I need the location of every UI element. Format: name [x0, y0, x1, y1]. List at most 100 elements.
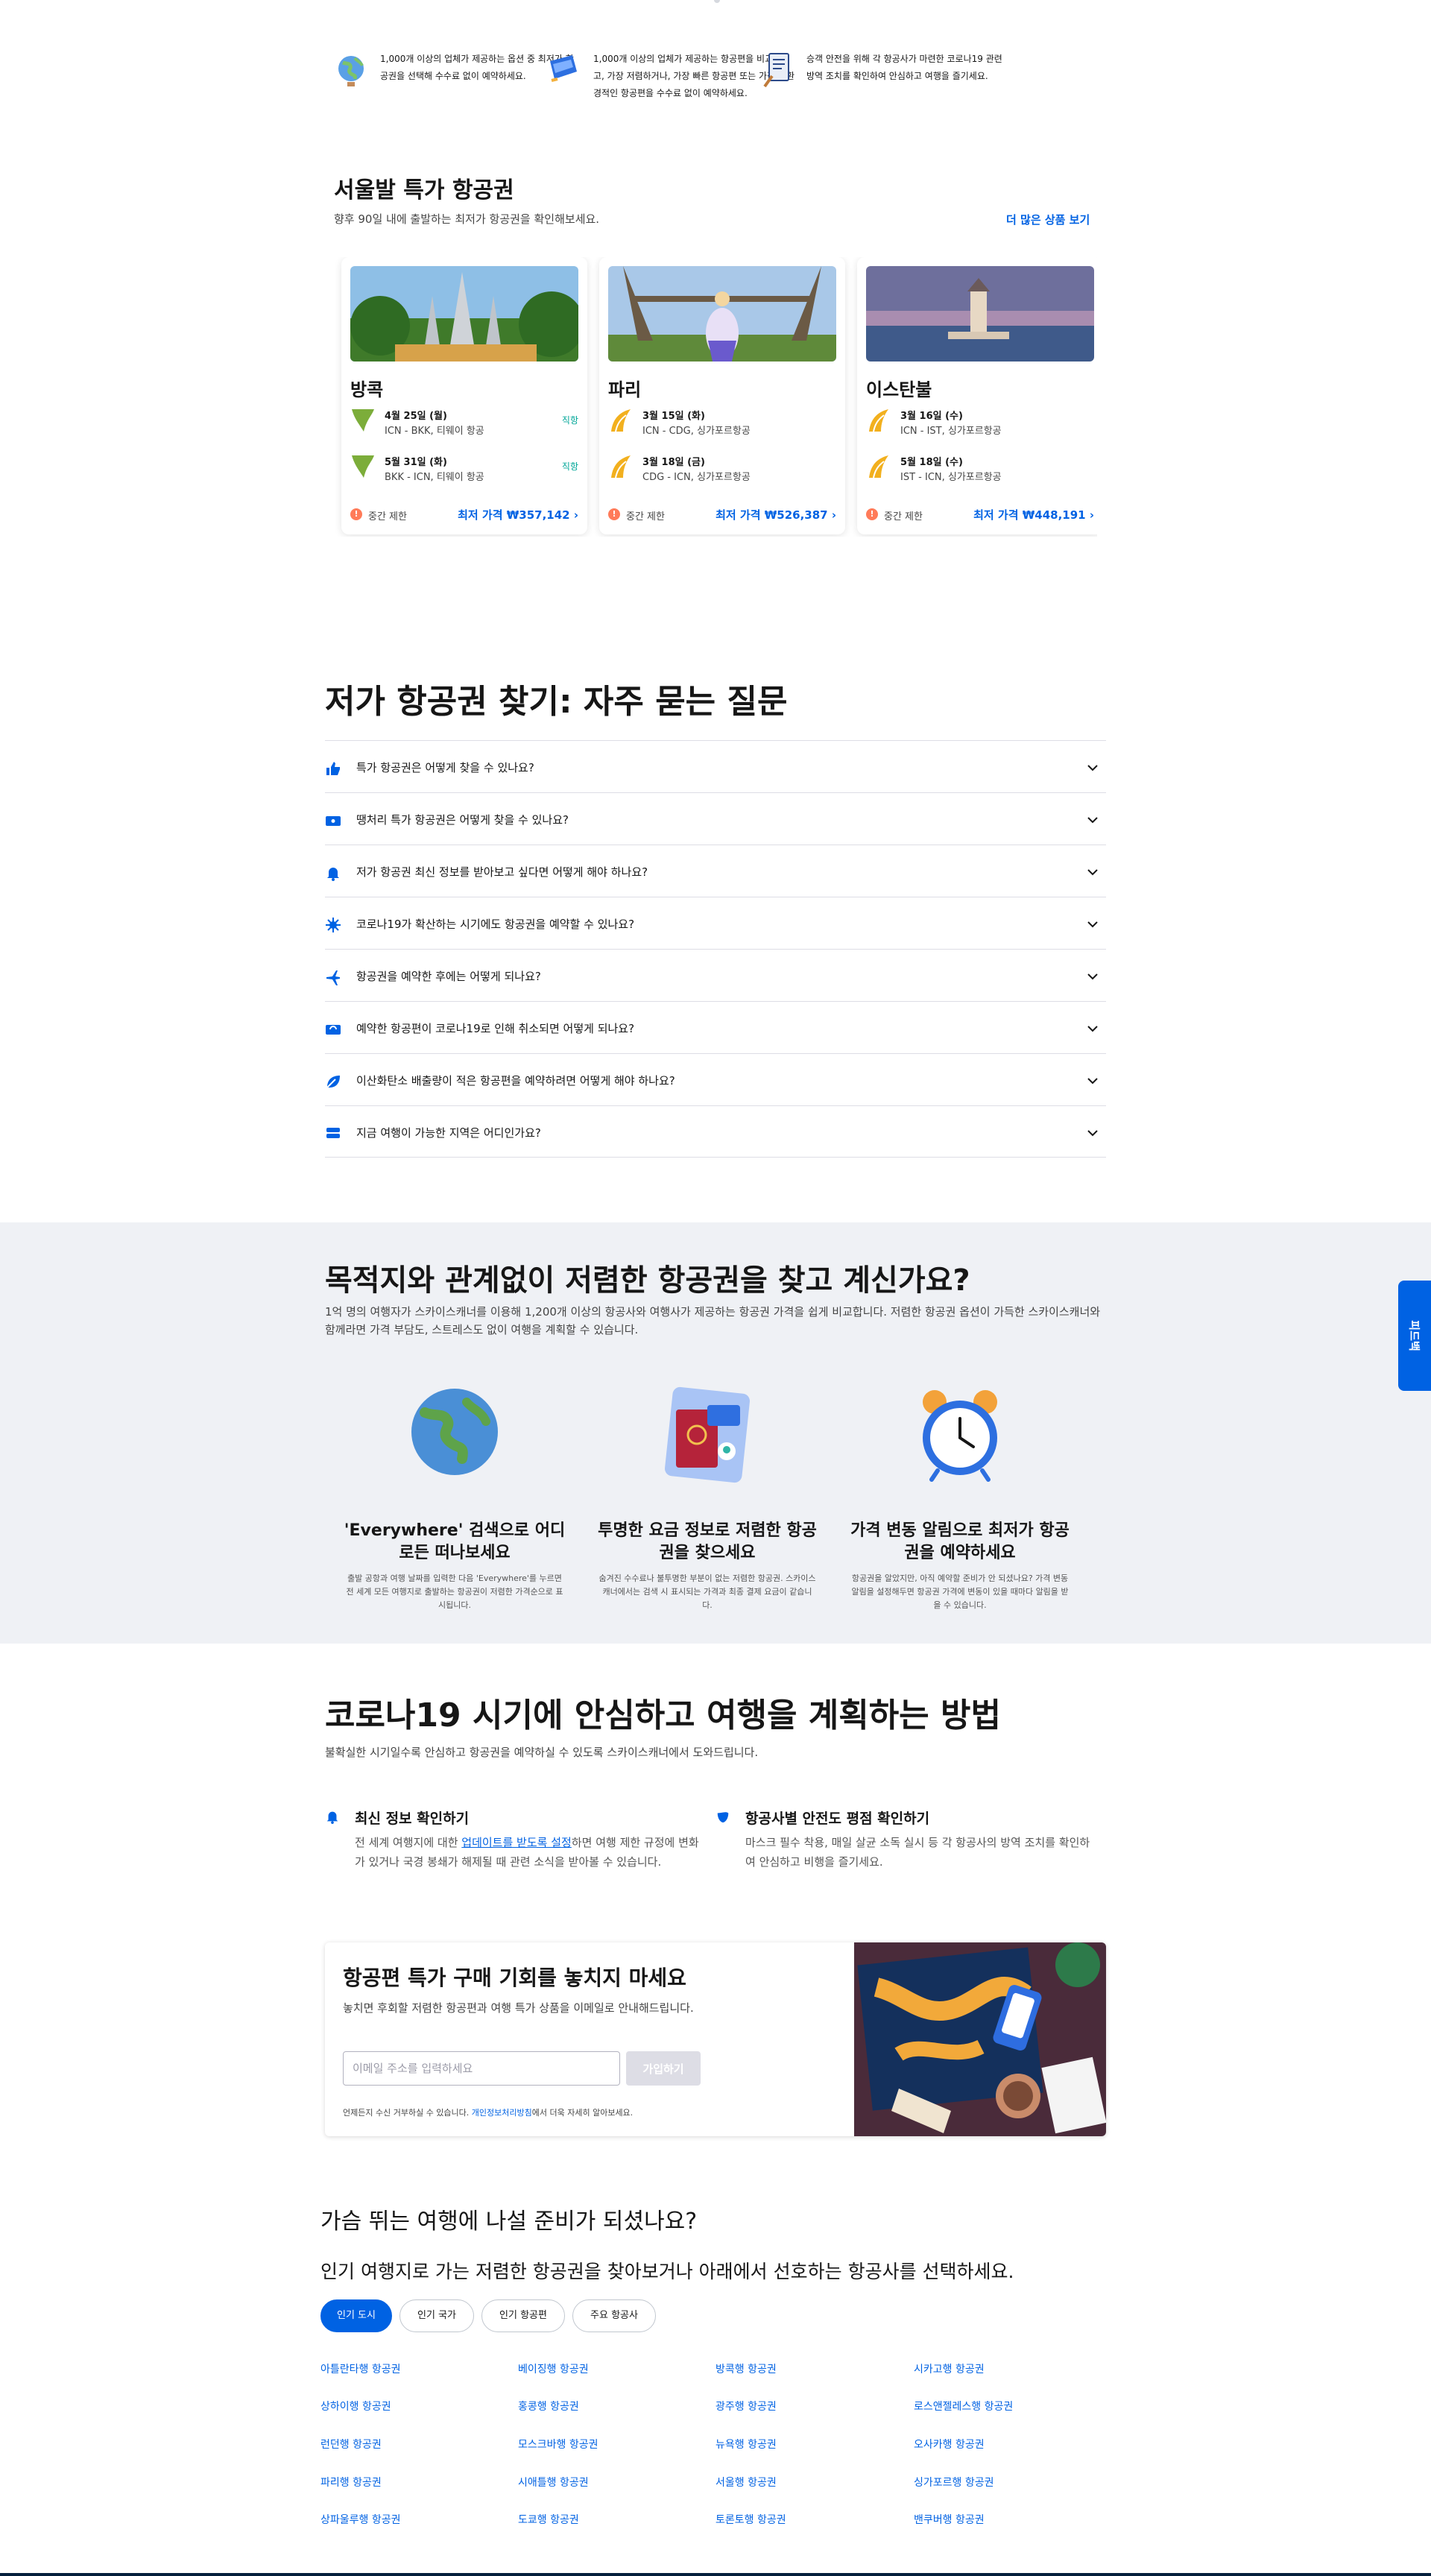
leg-route: CDG - ICN, 싱가포르항공 — [642, 472, 751, 483]
feature-text: 승객 안전을 위해 각 항공사가 마련한 코로나19 관련 방역 조치를 확인하… — [806, 54, 1002, 81]
benefit-transparent: 투명한 요금 정보로 저렴한 항공권을 찾으세요 숨겨진 수수료나 불투명한 부… — [592, 1383, 823, 1612]
feature-strip: 1,000개 이상의 업체가 제공하는 옵션 중 최저가 항공권을 선택해 수수… — [334, 46, 1102, 98]
globe-icon — [411, 1389, 498, 1475]
deal-price-link[interactable]: 최저 가격 ₩448,191 › — [973, 507, 1094, 523]
destination-link[interactable]: 상파울루행 항공권 — [320, 2512, 401, 2527]
newsletter-title: 항공편 특가 구매 기회를 놓치지 마세요 — [343, 1966, 686, 1990]
newsletter-note: 언제든지 수신 거부하실 수 있습니다. 개인정보처리방침에서 더욱 자세히 알… — [343, 2108, 634, 2118]
faq-item[interactable]: 코로나19가 확산하는 시기에도 항공권을 예약할 수 있나요? — [325, 897, 1106, 949]
chevron-down-icon — [1087, 1130, 1098, 1137]
faq-question: 땡처리 특가 항공권은 어떻게 찾을 수 있나요? — [356, 813, 569, 827]
deal-footer: ! 중간 제한 최저 가격 ₩448,191 › — [866, 507, 1094, 523]
leg-direct: 직항 — [561, 461, 578, 472]
chevron-down-icon — [1087, 973, 1098, 980]
destination-link[interactable]: 파리행 항공권 — [320, 2475, 382, 2490]
covid-title: 코로나19 시기에 안심하고 여행을 계획하는 방법 — [325, 1696, 1001, 1734]
chevron-down-icon — [1087, 921, 1098, 928]
destination-link[interactable]: 방콕행 항공권 — [716, 2361, 777, 2376]
benefit-everywhere: 'Everywhere' 검색으로 어디로든 떠나보세요 출발 공항과 여행 날… — [339, 1383, 570, 1612]
deal-city: 파리 — [608, 379, 642, 400]
tab-major-airlines[interactable]: 주요 항공사 — [572, 2299, 656, 2332]
deal-price-link[interactable]: 최저 가격 ₩526,387 › — [716, 507, 836, 523]
faq-question: 특가 항공권은 어떻게 찾을 수 있나요? — [356, 761, 534, 774]
faq-item[interactable]: 항공권을 예약한 후에는 어떻게 되나요? — [325, 949, 1106, 1001]
leg-route: ICN - BKK, 티웨이 항공 — [385, 426, 484, 437]
leg-route: IST - ICN, 싱가포르항공 — [900, 472, 1002, 483]
chevron-down-icon — [1087, 1078, 1098, 1085]
deal-leg: 4월 25일 (월) ICN - BKK, 티웨이 항공 직항 — [350, 403, 578, 438]
destination-link[interactable]: 런던행 항공권 — [320, 2437, 382, 2452]
destination-link[interactable]: 도쿄행 항공권 — [518, 2512, 579, 2527]
deal-leg: 3월 15일 (화) ICN - CDG, 싱가포르항공 — [608, 403, 836, 438]
destination-link[interactable]: 뉴욕행 항공권 — [716, 2437, 777, 2452]
footer-edge — [0, 2573, 1431, 2576]
leg-date: 3월 15일 (화) — [642, 411, 705, 422]
destination-link[interactable]: 로스앤젤레스행 항공권 — [914, 2399, 1013, 2414]
email-field[interactable] — [343, 2051, 620, 2086]
leg-direct: 직항 — [561, 415, 578, 426]
tab-popular-countries[interactable]: 인기 국가 — [399, 2299, 474, 2332]
destination-link[interactable]: 오사카행 항공권 — [914, 2437, 985, 2452]
destination-link[interactable]: 광주행 항공권 — [716, 2399, 777, 2414]
deals-subtitle: 향후 90일 내에 출발하는 최저가 항공권을 확인해보세요. — [334, 212, 600, 226]
checklist-icon — [763, 53, 789, 88]
subscribe-button[interactable]: 가입하기 — [626, 2051, 701, 2086]
faq-item[interactable]: 지금 여행이 가능한 지역은 어디인가요? — [325, 1105, 1106, 1158]
faq-question: 이산화탄소 배출량이 적은 항공편을 예약하려면 어떻게 해야 하나요? — [356, 1074, 675, 1087]
tip-title: 최신 정보 확인하기 — [355, 1811, 470, 1827]
destination-link[interactable]: 홍콩행 항공권 — [518, 2399, 579, 2414]
bangkok-photo — [350, 266, 578, 362]
faq-item[interactable]: 특가 항공권은 어떻게 찾을 수 있나요? — [325, 740, 1106, 792]
update-settings-link[interactable]: 업데이트를 받도록 설정 — [461, 1836, 572, 1849]
virus-icon — [326, 918, 341, 932]
benefits-title: 목적지와 관계없이 저렴한 항공권을 찾고 계신가요? — [325, 1263, 970, 1298]
globe-icon — [338, 56, 364, 86]
destination-link[interactable]: 시애틀행 항공권 — [518, 2475, 589, 2490]
tab-popular-cities[interactable]: 인기 도시 — [320, 2299, 392, 2332]
destination-link[interactable]: 시카고행 항공권 — [914, 2361, 985, 2376]
deal-card-istanbul[interactable]: 이스탄불 3월 16일 (수) ICN - IST, 싱가포르항공 5월 18일… — [857, 257, 1097, 534]
destination-link[interactable]: 베이징행 항공권 — [518, 2361, 589, 2376]
destination-link[interactable]: 아틀란타행 항공권 — [320, 2361, 401, 2376]
destination-link[interactable]: 밴쿠버행 항공권 — [914, 2512, 985, 2527]
more-deals-link[interactable]: 더 많은 상품 보기 — [1006, 212, 1090, 227]
destination-link[interactable]: 서울행 항공권 — [716, 2475, 777, 2490]
leaf-icon — [326, 1076, 340, 1088]
benefit-alerts: 가격 변동 알림으로 최저가 항공권을 예약하세요 항공권을 알았지만, 아직 … — [844, 1383, 1075, 1612]
leg-route: ICN - CDG, 싱가포르항공 — [642, 426, 751, 437]
deal-card-bangkok[interactable]: 방콕 4월 25일 (월) ICN - BKK, 티웨이 항공 직항 5월 31… — [341, 257, 587, 534]
popular-title: 가슴 뛰는 여행에 나설 준비가 되셨나요? — [320, 2209, 698, 2235]
benefit-desc: 숨겨진 수수료나 불투명한 부분이 없는 저렴한 항공권. 스카이스캐너에서는 … — [598, 1573, 816, 1610]
feature-item: 승객 안전을 위해 각 항공사가 마련한 코로나19 관련 방역 조치를 확인하… — [760, 46, 1006, 98]
leg-date: 4월 25일 (월) — [385, 411, 447, 422]
tab-popular-flights[interactable]: 인기 항공편 — [481, 2299, 565, 2332]
destination-link[interactable]: 모스크바행 항공권 — [518, 2437, 598, 2452]
newsletter-card: 항공편 특가 구매 기회를 놓치지 마세요 놓치면 후회할 저렴한 항공편과 여… — [325, 1942, 1106, 2136]
destination-link[interactable]: 토론토행 항공권 — [716, 2512, 786, 2527]
faq-item[interactable]: 예약한 항공편이 코로나19로 인해 취소되면 어떻게 되나요? — [325, 1001, 1106, 1053]
popular-subtitle: 인기 여행지로 가는 저렴한 항공권을 찾아보거나 아래에서 선호하는 항공사를… — [320, 2261, 1014, 2282]
warning-icon: ! — [866, 508, 878, 520]
benefit-desc: 항공권을 알았지만, 아직 예약할 준비가 안 되셨나요? 가격 변동 알림을 … — [851, 1573, 1069, 1610]
privacy-policy-link[interactable]: 개인정보처리방침 — [472, 2108, 532, 2118]
faq-question: 지금 여행이 가능한 지역은 어디인가요? — [356, 1126, 541, 1140]
deal-card-paris[interactable]: 파리 3월 15일 (화) ICN - CDG, 싱가포르항공 3월 18일 (… — [599, 257, 845, 534]
restriction-label: 중간 제한 — [626, 511, 665, 523]
deal-footer: ! 중간 제한 최저 가격 ₩357,142 › — [350, 507, 578, 523]
leg-route: ICN - IST, 싱가포르항공 — [900, 426, 1002, 437]
layers-icon — [326, 1128, 340, 1138]
thumbs-up-icon — [326, 762, 340, 775]
destination-link[interactable]: 상하이행 항공권 — [320, 2399, 391, 2414]
deal-leg: 3월 16일 (수) ICN - IST, 싱가포르항공 — [866, 403, 1094, 438]
deal-city: 방콕 — [350, 379, 384, 400]
deal-footer: ! 중간 제한 최저 가격 ₩526,387 › — [608, 507, 836, 523]
destination-link[interactable]: 싱가포르행 항공권 — [914, 2475, 994, 2490]
deal-price-link[interactable]: 최저 가격 ₩357,142 › — [458, 507, 578, 523]
faq-item[interactable]: 이산화탄소 배출량이 적은 항공편을 예약하려면 어떻게 해야 하나요? — [325, 1053, 1106, 1105]
feedback-tab[interactable]: 피드백 — [1398, 1281, 1431, 1391]
leg-date: 5월 31일 (화) — [385, 457, 447, 468]
faq-item[interactable]: 땡처리 특가 항공권은 어떻게 찾을 수 있나요? — [325, 792, 1106, 845]
refund-icon — [326, 1025, 341, 1035]
airline-logo-icon — [352, 455, 374, 478]
faq-item[interactable]: 저가 항공권 최신 정보를 받아보고 싶다면 어떻게 해야 하나요? — [325, 845, 1106, 897]
